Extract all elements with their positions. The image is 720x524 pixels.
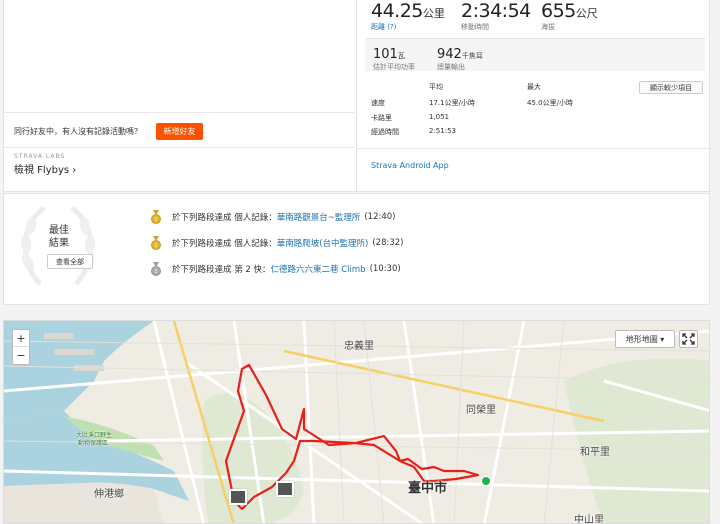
power-value: 101: [373, 47, 398, 62]
achievement-item: 2 於下列路段達成 第 2 快： 仁德路六六東二巷 Climb (10:30): [150, 262, 401, 276]
achievement-prefix: 於下列路段達成 第 2 快：: [172, 265, 271, 275]
show-fewer-button[interactable]: 顯示較少項目: [639, 81, 703, 94]
elevation-stat: 655公尺 海拔: [541, 0, 598, 32]
best-results-title: 最佳 結果: [34, 224, 84, 250]
energy-unit: 千焦耳: [461, 52, 483, 60]
achievement-time: (10:30): [369, 264, 401, 274]
power-box: 101瓦 估計平均功率 942千焦耳 總量輸出: [365, 38, 705, 71]
speed-avg: 17.1公里/小時: [429, 99, 475, 107]
energy-stat: 942千焦耳 總量輸出: [437, 43, 483, 72]
energy-value: 942: [437, 47, 462, 62]
elapsed-avg: 2:51:53: [429, 127, 456, 135]
distance-stat: 44.25公里 距離 (?): [371, 0, 445, 32]
strava-labs-label: STRAVA LABS: [14, 153, 66, 160]
elevation-unit: 公尺: [575, 7, 598, 20]
distance-unit: 公里: [422, 7, 445, 20]
moving-time-value: 2:34:54: [461, 0, 531, 22]
photo-thumbnail[interactable]: [229, 489, 247, 505]
place-label: 伸港鄉: [94, 489, 124, 500]
divider: [4, 147, 354, 148]
power-label: 估計平均功率: [373, 63, 415, 71]
place-label: 忠義里: [344, 341, 374, 352]
calories-avg: 1,051: [429, 113, 450, 121]
speed-max: 45.0公里/小時: [527, 99, 573, 107]
add-friend-button[interactable]: 新增好友: [156, 123, 203, 140]
moving-time-stat: 2:34:54 移動時間: [461, 0, 531, 32]
app-link[interactable]: Strava Android App: [371, 161, 449, 170]
map-type-select[interactable]: 地形地圖 ▾: [615, 330, 675, 348]
see-all-button[interactable]: 查看全部: [47, 254, 93, 269]
col-avg-header: 平均: [429, 83, 443, 91]
segment-link[interactable]: 華南路觀景台~監理所: [277, 211, 361, 223]
stats-panel: 44.25公里 距離 (?) 2:34:54 移動時間 655公尺 海拔 101…: [356, 0, 712, 192]
place-label: 同榮里: [466, 405, 496, 416]
wetland-label: 動物保護區: [78, 440, 109, 447]
achievement-time: (12:40): [364, 212, 396, 222]
zoom-in-button[interactable]: +: [13, 330, 29, 347]
city-label: 臺中市: [408, 481, 448, 496]
achievement-item: 1 於下列路段達成 個人記錄： 華南路爬坡(台中監理所) (28:32): [150, 236, 404, 250]
gold-medal-icon: 1: [151, 210, 161, 224]
achievement-item: 1 於下列路段達成 個人記錄： 華南路觀景台~監理所 (12:40): [150, 210, 395, 224]
zoom-out-button[interactable]: −: [13, 347, 29, 364]
title-line2: 結果: [49, 238, 69, 249]
svg-text:1: 1: [155, 243, 158, 249]
achievement-prefix: 於下列路段達成 個人記錄：: [172, 239, 277, 249]
zoom-control: + −: [12, 329, 30, 365]
place-label: 中山里: [574, 515, 604, 524]
elevation-label: 海拔: [541, 23, 555, 31]
silver-medal-icon: 2: [151, 262, 161, 276]
svg-text:2: 2: [155, 269, 158, 275]
divider: [357, 148, 712, 149]
moving-time-label: 移動時間: [461, 23, 489, 31]
achievement-time: (28:32): [372, 238, 404, 248]
speed-label: 速度: [371, 99, 385, 107]
svg-text:1: 1: [155, 217, 158, 223]
achievements-card: 最佳 結果 查看全部 1 於下列路段達成 個人記錄： 華南路觀景台~監理所 (1…: [3, 193, 710, 305]
place-label: 和平里: [580, 447, 610, 458]
view-flybys-link[interactable]: 檢視 Flybys ›: [14, 161, 76, 176]
fullscreen-button[interactable]: [679, 330, 698, 348]
route-map[interactable]: 忠義里 同榮里 和平里 伸港鄉 臺中市 中山里 大肚溪口野生 動物保護區 + −…: [3, 320, 710, 524]
divider: [4, 112, 354, 113]
segment-link[interactable]: 華南路爬坡(台中監理所): [277, 237, 369, 249]
calories-label: 卡路里: [371, 114, 392, 122]
distance-label[interactable]: 距離 (?): [371, 22, 445, 32]
elevation-value: 655: [541, 0, 576, 22]
fullscreen-icon: [682, 333, 695, 345]
left-panel: 同行好友中，有人沒有記錄活動嗎？ 新增好友 STRAVA LABS 檢視 Fly…: [4, 0, 354, 192]
distance-value: 44.25: [371, 0, 423, 22]
energy-label: 總量輸出: [437, 63, 465, 71]
segment-link[interactable]: 仁德路六六東二巷 Climb: [271, 263, 366, 275]
achievement-prefix: 於下列路段達成 個人記錄：: [172, 213, 277, 223]
photo-thumbnail[interactable]: [276, 481, 294, 497]
friends-message: 同行好友中，有人沒有記錄活動嗎？: [14, 127, 142, 136]
elapsed-label: 經過時間: [371, 128, 399, 136]
col-max-header: 最大: [527, 83, 541, 91]
activity-stats-card: 同行好友中，有人沒有記錄活動嗎？ 新增好友 STRAVA LABS 檢視 Fly…: [3, 0, 712, 192]
title-line1: 最佳: [49, 225, 69, 236]
power-unit: 瓦: [397, 52, 405, 60]
gold-medal-icon: 1: [151, 236, 161, 250]
power-stat: 101瓦 估計平均功率: [373, 43, 415, 72]
